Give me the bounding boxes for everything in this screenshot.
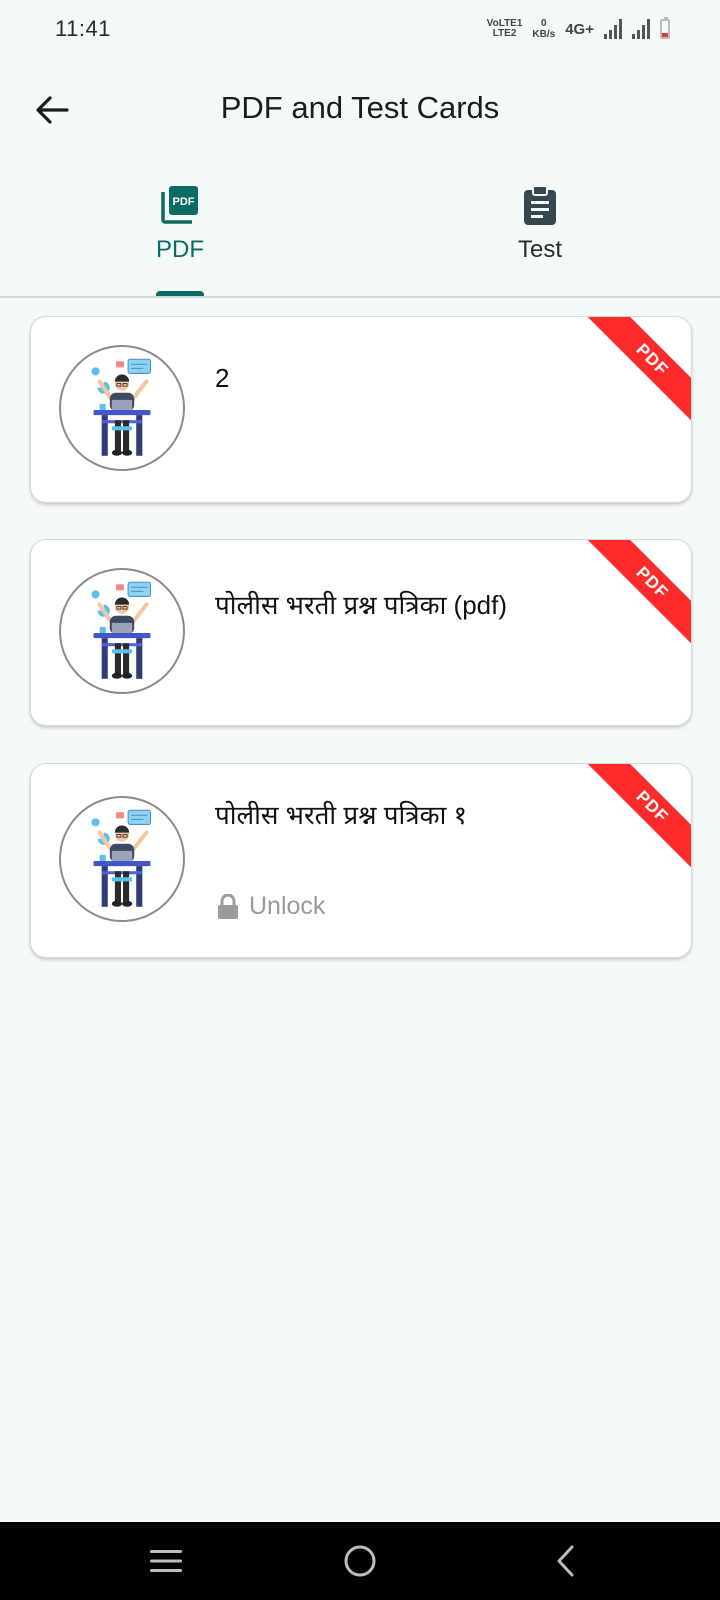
network-speed: 0 KB/s <box>532 18 556 40</box>
tab-test[interactable]: Test <box>360 180 720 296</box>
card-pdf-2[interactable]: पोलीस भरती प्रश्न पत्रिका (pdf) PDF <box>30 539 692 726</box>
card-pdf-3[interactable]: पोलीस भरती प्रश्न पत्रिका १ PDF Unlock <box>30 763 692 958</box>
person-at-desk-illustration <box>61 798 183 920</box>
lock-icon <box>218 893 238 919</box>
system-nav-bar <box>0 1522 720 1600</box>
chevron-left-icon <box>557 1545 574 1577</box>
home-circle-icon <box>344 1545 376 1577</box>
card-title: पोलीस भरती प्रश्न पत्रिका १ <box>215 800 468 830</box>
card-title: 2 <box>215 363 230 393</box>
page-title: PDF and Test Cards <box>220 90 500 125</box>
pdf-ribbon: PDF <box>581 764 691 874</box>
card-thumbnail <box>59 796 185 922</box>
tab-pdf-label: PDF <box>156 236 204 263</box>
tab-test-label: Test <box>517 236 562 263</box>
card-title: पोलीस भरती प्रश्न पत्रिका (pdf) <box>215 590 507 620</box>
person-at-desk-illustration <box>61 347 183 469</box>
card-thumbnail <box>59 345 185 471</box>
network-type: 4G+ <box>565 20 594 38</box>
unlock-button[interactable]: Unlock <box>217 892 325 921</box>
status-bar: 11:41 VoLTE1 LTE2 0 KB/s 4G+ <box>0 0 720 60</box>
person-at-desk-illustration <box>61 570 183 692</box>
unlock-label: Unlock <box>249 892 326 920</box>
pdf-ribbon: PDF <box>581 317 691 427</box>
volte-indicator: VoLTE1 LTE2 <box>486 18 523 39</box>
tab-pdf[interactable]: PDF PDF <box>0 180 360 296</box>
signal-icon <box>604 19 622 39</box>
svg-text:PDF: PDF <box>173 196 195 208</box>
system-back-button[interactable] <box>526 1522 606 1600</box>
pdf-icon: PDF <box>161 186 198 224</box>
signal-icon-2 <box>632 19 650 39</box>
active-tab-indicator <box>156 291 204 296</box>
menu-icon <box>150 1550 182 1572</box>
battery-icon <box>660 17 670 39</box>
recent-apps-button[interactable] <box>126 1522 206 1600</box>
card-thumbnail <box>59 568 185 694</box>
status-icons: VoLTE1 LTE2 0 KB/s 4G+ <box>487 14 670 44</box>
status-time: 11:41 <box>55 16 111 41</box>
clipboard-icon <box>524 185 556 225</box>
card-pdf-1[interactable]: 2 PDF <box>30 316 692 503</box>
app-bar: PDF and Test Cards <box>0 70 720 150</box>
pdf-ribbon: PDF <box>581 540 691 650</box>
tab-bar: PDF PDF Test <box>0 180 720 298</box>
home-button[interactable] <box>320 1522 400 1600</box>
